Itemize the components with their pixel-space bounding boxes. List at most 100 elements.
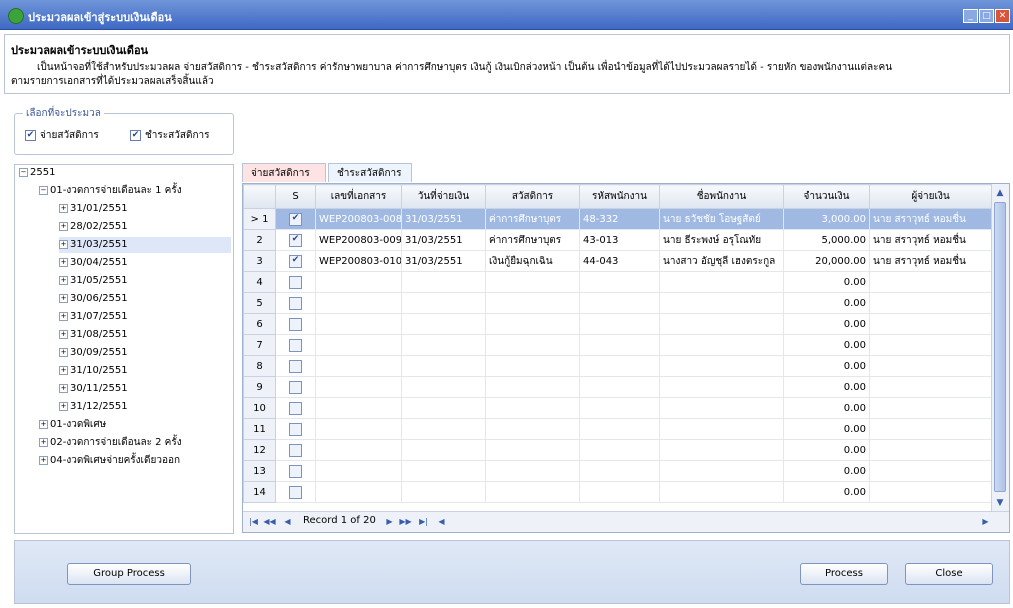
minimize-button[interactable]: _ xyxy=(963,9,978,23)
next-page-icon[interactable]: ▶▶ xyxy=(399,516,412,528)
welfare-cell: เงินกู้ยืมฉุกเฉิน xyxy=(485,250,580,272)
vertical-scrollbar[interactable]: ▲ ▼ xyxy=(991,184,1009,514)
expand-icon[interactable]: + xyxy=(39,437,48,447)
tree-node-date[interactable]: +30/06/2551 xyxy=(59,291,128,307)
select-checkbox[interactable]: ✔ xyxy=(289,212,302,226)
table-row[interactable]: 5 0.00 xyxy=(243,292,992,314)
column-header[interactable]: สวัสดิการ xyxy=(485,184,580,209)
tree-node-date[interactable]: +31/05/2551 xyxy=(59,273,128,289)
maximize-button[interactable]: □ xyxy=(979,9,994,23)
tree-node-group4[interactable]: +04-งวดพิเศษจ่ายครั้งเดียวออก xyxy=(39,453,180,469)
collapse-icon[interactable]: − xyxy=(39,185,48,195)
expand-icon[interactable]: + xyxy=(59,221,68,231)
table-row[interactable]: 14 0.00 xyxy=(243,481,992,503)
expand-icon[interactable]: + xyxy=(59,203,68,213)
pay-welfare-checkbox[interactable]: ✔ จ่ายสวัสดิการ xyxy=(25,128,99,143)
column-header[interactable]: ชื่อพนักงาน xyxy=(659,184,784,209)
check-icon: ✔ xyxy=(25,130,36,141)
table-row[interactable]: 4 0.00 xyxy=(243,271,992,293)
scroll-down-icon[interactable]: ▼ xyxy=(994,496,1006,510)
expand-icon[interactable]: + xyxy=(59,275,68,285)
table-row[interactable]: 9 0.00 xyxy=(243,376,992,398)
settle-welfare-checkbox[interactable]: ✔ ชำระสวัสดิการ xyxy=(130,128,210,143)
table-row[interactable]: 13 0.00 xyxy=(243,460,992,482)
column-header[interactable]: ผู้จ่ายเงิน xyxy=(869,184,992,209)
last-record-icon[interactable]: ▶| xyxy=(417,516,430,528)
scroll-left-icon[interactable]: ◀ xyxy=(435,516,448,528)
prev-record-icon[interactable]: ◀ xyxy=(281,516,294,528)
table-row[interactable]: 10 0.00 xyxy=(243,397,992,419)
table-row[interactable]: 8 0.00 xyxy=(243,355,992,377)
row-number: 10 xyxy=(243,397,276,419)
expand-icon[interactable]: + xyxy=(59,365,68,375)
expand-icon[interactable]: + xyxy=(59,293,68,303)
close-button[interactable]: Close xyxy=(905,563,993,585)
select-checkbox[interactable] xyxy=(289,464,302,478)
table-row[interactable]: 3 ✔ WEP200803-010 31/03/2551 เงินกู้ยืมฉ… xyxy=(243,250,992,272)
table-row[interactable]: 7 0.00 xyxy=(243,334,992,356)
table-row[interactable]: 2 ✔ WEP200803-009 31/03/2551 ค่าการศึกษา… xyxy=(243,229,992,251)
select-checkbox[interactable] xyxy=(289,485,302,499)
expand-icon[interactable]: + xyxy=(59,401,68,411)
column-header[interactable]: S xyxy=(275,184,316,209)
select-checkbox[interactable] xyxy=(289,443,302,457)
table-row[interactable]: > 1 ✔ WEP200803-008 31/03/2551 ค่าการศึก… xyxy=(243,208,992,230)
tab-pay-welfare[interactable]: จ่ายสวัสดิการ xyxy=(242,163,326,182)
document-grid: S เลขที่เอกสาร วันที่จ่ายเงิน สวัสดิการ … xyxy=(242,183,1010,533)
tree-node-date[interactable]: +31/12/2551 xyxy=(59,399,128,415)
tree-node-date[interactable]: +28/02/2551 xyxy=(59,219,128,235)
select-checkbox[interactable]: ✔ xyxy=(289,233,302,247)
tree-node-date[interactable]: +30/11/2551 xyxy=(59,381,128,397)
tab-settle-welfare[interactable]: ชำระสวัสดิการ xyxy=(328,163,412,182)
tree-node-root[interactable]: −2551 xyxy=(19,165,55,181)
column-header[interactable]: เลขที่เอกสาร xyxy=(315,184,402,209)
select-checkbox[interactable] xyxy=(289,401,302,415)
select-checkbox[interactable]: ✔ xyxy=(289,254,302,268)
tree-node-date[interactable]: +31/01/2551 xyxy=(59,201,128,217)
select-checkbox[interactable] xyxy=(289,296,302,310)
table-row[interactable]: 6 0.00 xyxy=(243,313,992,335)
column-header[interactable]: จำนวนเงิน xyxy=(783,184,870,209)
group-process-button[interactable]: Group Process xyxy=(67,563,191,585)
select-checkbox[interactable] xyxy=(289,338,302,352)
tree-node-date-selected[interactable]: +31/03/2551 xyxy=(59,237,231,253)
prev-page-icon[interactable]: ◀◀ xyxy=(263,516,276,528)
select-checkbox[interactable] xyxy=(289,422,302,436)
tree-node-date[interactable]: +30/09/2551 xyxy=(59,345,128,361)
scroll-right-icon[interactable]: ▶ xyxy=(979,516,992,528)
tree-node-date[interactable]: +31/10/2551 xyxy=(59,363,128,379)
tree-node-date[interactable]: +31/07/2551 xyxy=(59,309,128,325)
pay-welfare-label: จ่ายสวัสดิการ xyxy=(40,130,99,141)
collapse-icon[interactable]: − xyxy=(19,167,28,177)
select-checkbox[interactable] xyxy=(289,359,302,373)
tree-node-group3[interactable]: +02-งวดการจ่ายเดือนละ 2 ครั้ง xyxy=(39,435,182,451)
column-header[interactable]: วันที่จ่ายเงิน xyxy=(401,184,486,209)
first-record-icon[interactable]: |◀ xyxy=(247,516,260,528)
table-row[interactable]: 12 0.00 xyxy=(243,439,992,461)
expand-icon[interactable]: + xyxy=(59,329,68,339)
process-button[interactable]: Process xyxy=(800,563,888,585)
close-window-button[interactable]: ✕ xyxy=(995,9,1010,23)
tree-node-group1[interactable]: −01-งวดการจ่ายเดือนละ 1 ครั้ง xyxy=(39,183,182,199)
expand-icon[interactable]: + xyxy=(59,311,68,321)
expand-icon[interactable]: + xyxy=(59,239,68,249)
expand-icon[interactable]: + xyxy=(59,257,68,267)
tree-node-group2[interactable]: +01-งวดพิเศษ xyxy=(39,417,106,433)
tree-node-date[interactable]: +30/04/2551 xyxy=(59,255,128,271)
amount-cell: 0.00 xyxy=(783,397,870,419)
amount-cell: 0.00 xyxy=(783,460,870,482)
scroll-thumb[interactable] xyxy=(994,202,1006,492)
select-checkbox[interactable] xyxy=(289,317,302,331)
expand-icon[interactable]: + xyxy=(59,383,68,393)
table-row[interactable]: 11 0.00 xyxy=(243,418,992,440)
column-header[interactable]: รหัสพนักงาน xyxy=(579,184,660,209)
scroll-up-icon[interactable]: ▲ xyxy=(994,186,1006,200)
tree-node-date[interactable]: +31/08/2551 xyxy=(59,327,128,343)
employee-code-cell: 44-043 xyxy=(579,250,660,272)
expand-icon[interactable]: + xyxy=(39,455,48,465)
next-record-icon[interactable]: ▶ xyxy=(383,516,396,528)
select-checkbox[interactable] xyxy=(289,380,302,394)
expand-icon[interactable]: + xyxy=(59,347,68,357)
expand-icon[interactable]: + xyxy=(39,419,48,429)
select-checkbox[interactable] xyxy=(289,275,302,289)
